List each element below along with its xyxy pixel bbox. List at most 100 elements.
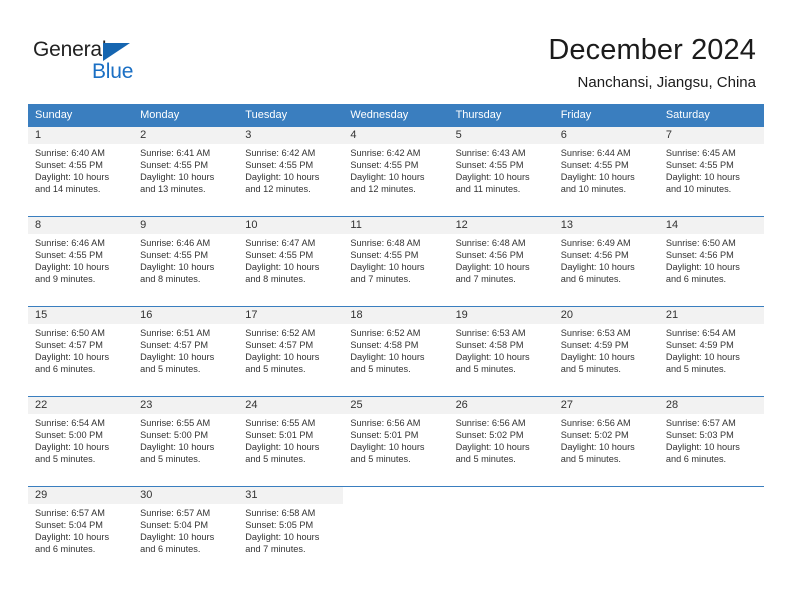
calendar-day-cell[interactable]: 28 Sunrise: 6:57 AM Sunset: 5:03 PM Dayligh… bbox=[658, 396, 764, 487]
calendar-day-cell[interactable]: 18 Sunrise: 6:52 AM Sunset: 4:58 PM Dayligh… bbox=[343, 306, 449, 397]
daylight-text-line2: and 6 minutes. bbox=[560, 274, 621, 285]
day-info: Sunrise: 6:45 AM Sunset: 4:55 PM Daylight:… bbox=[658, 144, 764, 196]
calendar-page: General Blue December 2024 Nanchansi, Ji… bbox=[0, 0, 792, 612]
sunset-text: Sunset: 4:55 PM bbox=[665, 160, 734, 171]
calendar-day-cell[interactable]: 5 Sunrise: 6:43 AM Sunset: 4:55 PM Daylight… bbox=[448, 126, 554, 217]
daylight-text-line2: and 5 minutes. bbox=[455, 454, 516, 465]
sunset-text: Sunset: 4:56 PM bbox=[665, 250, 734, 261]
day-number: 5 bbox=[448, 127, 554, 144]
daylight-text-line2: and 5 minutes. bbox=[665, 364, 727, 375]
calendar-day-cell[interactable]: 9 Sunrise: 6:46 AM Sunset: 4:55 PM Daylight… bbox=[133, 216, 239, 307]
calendar-day-cell[interactable]: 1 Sunrise: 6:40 AM Sunset: 4:55 PM Daylight… bbox=[28, 126, 134, 217]
sunrise-text: Sunrise: 6:48 AM bbox=[455, 238, 526, 248]
calendar-day-cell[interactable]: 27 Sunrise: 6:56 AM Sunset: 5:02 PM Dayligh… bbox=[553, 396, 659, 487]
day-info: Sunrise: 6:44 AM Sunset: 4:55 PM Daylight:… bbox=[553, 144, 659, 196]
sunset-text: Sunset: 5:03 PM bbox=[665, 430, 734, 441]
calendar-day-cell[interactable]: 7 Sunrise: 6:45 AM Sunset: 4:55 PM Daylight… bbox=[658, 126, 764, 217]
sunset-text: Sunset: 4:55 PM bbox=[350, 250, 419, 261]
calendar-day-cell[interactable]: 6 Sunrise: 6:44 AM Sunset: 4:55 PM Daylight… bbox=[553, 126, 659, 217]
sunrise-text: Sunrise: 6:56 AM bbox=[350, 418, 421, 428]
calendar-day-cell[interactable]: 4 Sunrise: 6:42 AM Sunset: 4:55 PM Daylight… bbox=[343, 126, 449, 217]
daylight-text-line2: and 5 minutes. bbox=[245, 454, 306, 465]
sunrise-text: Sunrise: 6:53 AM bbox=[455, 328, 526, 338]
day-number: 6 bbox=[553, 127, 659, 144]
day-info: Sunrise: 6:57 AM Sunset: 5:04 PM Daylight:… bbox=[28, 504, 134, 556]
day-info: Sunrise: 6:43 AM Sunset: 4:55 PM Daylight:… bbox=[448, 144, 554, 196]
sunrise-text: Sunrise: 6:50 AM bbox=[35, 328, 105, 338]
calendar-day-cell[interactable]: 30 Sunrise: 6:57 AM Sunset: 5:04 PM Dayligh… bbox=[133, 486, 239, 577]
calendar-day-cell[interactable]: 12 Sunrise: 6:48 AM Sunset: 4:56 PM Dayligh… bbox=[448, 216, 554, 307]
sunset-text: Sunset: 4:56 PM bbox=[455, 250, 524, 261]
calendar-day-cell[interactable]: 15 Sunrise: 6:50 AM Sunset: 4:57 PM Dayligh… bbox=[28, 306, 134, 397]
day-info: Sunrise: 6:52 AM Sunset: 4:57 PM Daylight:… bbox=[238, 324, 344, 376]
daylight-text-line1: Daylight: 10 hours bbox=[455, 352, 530, 363]
calendar-day-cell[interactable]: 19 Sunrise: 6:53 AM Sunset: 4:58 PM Dayligh… bbox=[448, 306, 554, 397]
calendar-day-cell[interactable]: 8 Sunrise: 6:46 AM Sunset: 4:55 PM Daylight… bbox=[28, 216, 134, 307]
day-number: 1 bbox=[28, 127, 134, 144]
sunset-text: Sunset: 5:04 PM bbox=[35, 520, 103, 531]
daylight-text-line2: and 5 minutes. bbox=[245, 364, 306, 375]
sunrise-text: Sunrise: 6:57 AM bbox=[140, 508, 211, 518]
daylight-text-line2: and 12 minutes. bbox=[245, 184, 311, 195]
calendar-day-cell-empty bbox=[658, 486, 764, 577]
daylight-text-line2: and 5 minutes. bbox=[350, 364, 411, 375]
day-info: Sunrise: 6:57 AM Sunset: 5:03 PM Daylight:… bbox=[658, 414, 764, 466]
calendar-day-cell[interactable]: 26 Sunrise: 6:56 AM Sunset: 5:02 PM Dayligh… bbox=[448, 396, 554, 487]
calendar-body: 1 Sunrise: 6:40 AM Sunset: 4:55 PM Daylight… bbox=[28, 126, 764, 577]
calendar-day-cell[interactable]: 31 Sunrise: 6:58 AM Sunset: 5:05 PM Dayligh… bbox=[238, 486, 344, 577]
page-title: December 2024 bbox=[548, 34, 756, 66]
general-blue-logo[interactable]: General Blue bbox=[33, 38, 163, 86]
daylight-text-line2: and 6 minutes. bbox=[35, 364, 96, 375]
sunset-text: Sunset: 4:58 PM bbox=[455, 340, 524, 351]
calendar-header-row: Sunday Monday Tuesday Wednesday Thursday… bbox=[28, 104, 764, 127]
calendar-day-cell[interactable]: 2 Sunrise: 6:41 AM Sunset: 4:55 PM Daylight… bbox=[133, 126, 239, 217]
day-number: 20 bbox=[553, 307, 659, 324]
sunrise-text: Sunrise: 6:49 AM bbox=[560, 238, 631, 248]
calendar-day-cell[interactable]: 25 Sunrise: 6:56 AM Sunset: 5:01 PM Dayligh… bbox=[343, 396, 449, 487]
sunset-text: Sunset: 4:57 PM bbox=[140, 340, 209, 351]
day-info: Sunrise: 6:53 AM Sunset: 4:58 PM Daylight:… bbox=[448, 324, 554, 376]
calendar-day-cell[interactable]: 16 Sunrise: 6:51 AM Sunset: 4:57 PM Dayligh… bbox=[133, 306, 239, 397]
day-number: 27 bbox=[553, 397, 659, 414]
sunset-text: Sunset: 4:56 PM bbox=[560, 250, 629, 261]
sunset-text: Sunset: 4:55 PM bbox=[245, 160, 314, 171]
day-number: 22 bbox=[28, 397, 134, 414]
calendar-day-cell[interactable]: 11 Sunrise: 6:48 AM Sunset: 4:55 PM Dayligh… bbox=[343, 216, 449, 307]
calendar-day-cell[interactable]: 29 Sunrise: 6:57 AM Sunset: 5:04 PM Dayligh… bbox=[28, 486, 134, 577]
day-info: Sunrise: 6:56 AM Sunset: 5:02 PM Daylight:… bbox=[448, 414, 554, 466]
daylight-text-line2: and 6 minutes. bbox=[35, 544, 96, 555]
calendar-day-cell[interactable]: 22 Sunrise: 6:54 AM Sunset: 5:00 PM Dayligh… bbox=[28, 396, 134, 487]
sunset-text: Sunset: 4:57 PM bbox=[35, 340, 103, 351]
day-number: 11 bbox=[343, 217, 449, 234]
daylight-text-line2: and 5 minutes. bbox=[35, 454, 96, 465]
calendar-day-cell[interactable]: 10 Sunrise: 6:47 AM Sunset: 4:55 PM Dayligh… bbox=[238, 216, 344, 307]
daylight-text-line2: and 10 minutes. bbox=[560, 184, 627, 195]
daylight-text-line1: Daylight: 10 hours bbox=[35, 442, 110, 453]
calendar-day-cell[interactable]: 13 Sunrise: 6:49 AM Sunset: 4:56 PM Dayligh… bbox=[553, 216, 659, 307]
calendar-day-cell[interactable]: 3 Sunrise: 6:42 AM Sunset: 4:55 PM Daylight… bbox=[238, 126, 344, 217]
sunrise-text: Sunrise: 6:55 AM bbox=[140, 418, 211, 428]
calendar-day-cell[interactable]: 20 Sunrise: 6:53 AM Sunset: 4:59 PM Dayligh… bbox=[553, 306, 659, 397]
calendar-week-row: 22 Sunrise: 6:54 AM Sunset: 5:00 PM Dayligh… bbox=[28, 396, 764, 487]
day-info: Sunrise: 6:41 AM Sunset: 4:55 PM Daylight:… bbox=[133, 144, 239, 196]
sunrise-text: Sunrise: 6:56 AM bbox=[455, 418, 526, 428]
day-number: 18 bbox=[343, 307, 449, 324]
calendar-day-cell[interactable]: 24 Sunrise: 6:55 AM Sunset: 5:01 PM Dayligh… bbox=[238, 396, 344, 487]
sunrise-text: Sunrise: 6:52 AM bbox=[350, 328, 421, 338]
logo-general-text: General bbox=[33, 38, 107, 61]
day-number: 2 bbox=[133, 127, 239, 144]
day-info: Sunrise: 6:47 AM Sunset: 4:55 PM Daylight:… bbox=[238, 234, 344, 286]
daylight-text-line1: Daylight: 10 hours bbox=[140, 352, 215, 363]
calendar-day-cell[interactable]: 17 Sunrise: 6:52 AM Sunset: 4:57 PM Dayligh… bbox=[238, 306, 344, 397]
calendar-day-cell[interactable]: 14 Sunrise: 6:50 AM Sunset: 4:56 PM Dayligh… bbox=[658, 216, 764, 307]
sunrise-text: Sunrise: 6:46 AM bbox=[140, 238, 211, 248]
weekday-header-thursday: Thursday bbox=[448, 104, 554, 127]
daylight-text-line2: and 8 minutes. bbox=[140, 274, 201, 285]
day-number: 10 bbox=[238, 217, 344, 234]
weekday-header-friday: Friday bbox=[553, 104, 659, 127]
calendar-week-row: 15 Sunrise: 6:50 AM Sunset: 4:57 PM Dayligh… bbox=[28, 306, 764, 397]
calendar-day-cell[interactable]: 21 Sunrise: 6:54 AM Sunset: 4:59 PM Dayligh… bbox=[658, 306, 764, 397]
calendar-day-cell[interactable]: 23 Sunrise: 6:55 AM Sunset: 5:00 PM Dayligh… bbox=[133, 396, 239, 487]
daylight-text-line1: Daylight: 10 hours bbox=[665, 262, 740, 273]
daylight-text-line2: and 5 minutes. bbox=[560, 454, 621, 465]
